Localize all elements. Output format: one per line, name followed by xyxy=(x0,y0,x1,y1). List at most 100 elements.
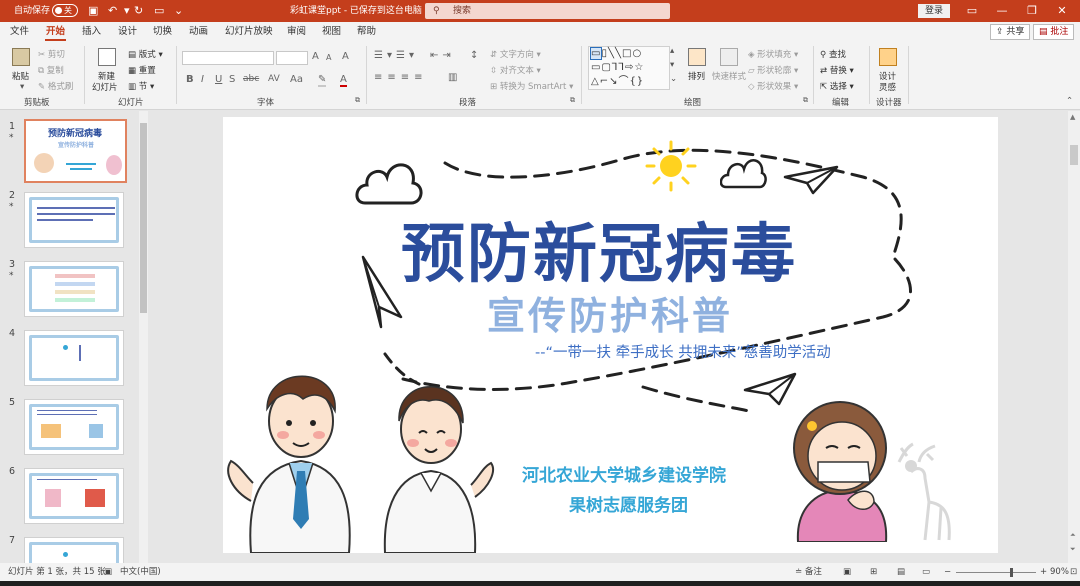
close-icon[interactable]: ✕ xyxy=(1052,0,1072,22)
language-label[interactable]: 中文(中国) xyxy=(120,563,161,582)
save-icon[interactable]: ▣ xyxy=(88,0,98,22)
fit-to-window-icon[interactable]: ⊡ xyxy=(1070,563,1077,582)
shape-outline-button[interactable]: ▱ 形状轮廓 ▾ xyxy=(748,64,798,76)
layout-button[interactable]: ▤ 版式 ▾ xyxy=(128,48,163,60)
font-name-field[interactable] xyxy=(182,51,274,65)
bold-button[interactable]: B xyxy=(186,74,194,85)
minimize-icon[interactable]: — xyxy=(992,0,1012,22)
zoom-slider-thumb[interactable] xyxy=(1010,568,1013,577)
zoom-level[interactable]: 90% xyxy=(1050,563,1069,582)
scrollbar-thumb[interactable] xyxy=(1070,145,1078,165)
quick-styles-button[interactable]: 快速样式 xyxy=(712,70,746,82)
slideshow-view-icon[interactable]: ▭ xyxy=(922,563,930,582)
line-spacing-icon[interactable]: ↕ xyxy=(470,50,478,61)
drawing-dialog-launcher-icon[interactable]: ⧉ xyxy=(803,96,808,105)
shapes-gallery[interactable]: ▭▯╲╲□○ ▭▢⅂⅂⇨☆ △⌐↘⌒{} xyxy=(588,46,670,90)
start-from-beginning-icon[interactable]: ▭ xyxy=(154,0,164,22)
ribbon-display-options-icon[interactable]: ▭ xyxy=(962,0,982,22)
vertical-scrollbar[interactable]: ▲ ⏶ ⏷ xyxy=(1068,111,1080,563)
slide-thumbnail-4[interactable] xyxy=(24,330,124,386)
notes-button[interactable]: ≐ 备注 xyxy=(795,563,822,582)
shape-icons-row2[interactable]: ▭▢⅂⅂⇨☆ xyxy=(591,62,644,73)
font-color-button[interactable]: A xyxy=(340,74,347,87)
shadow-button[interactable]: S xyxy=(229,74,235,85)
comments-button[interactable]: ▤ 批注 xyxy=(1033,24,1075,40)
slide-thumbnail-2[interactable] xyxy=(24,192,124,248)
slide-thumbnail-3[interactable] xyxy=(24,261,124,317)
slide-title[interactable]: 预防新冠病毒 xyxy=(401,203,797,295)
arrange-button[interactable]: 排列 xyxy=(688,70,705,82)
slide-sorter-icon[interactable]: ⊞ xyxy=(870,563,877,582)
slide-tagline[interactable]: --“一带一扶 牵手成长 共拥未来”慈善助学活动 xyxy=(535,341,831,362)
text-direction-button[interactable]: ⇵ 文字方向 ▾ xyxy=(490,48,541,60)
normal-view-icon[interactable]: ▣ xyxy=(843,563,851,582)
font-dialog-launcher-icon[interactable]: ⧉ xyxy=(355,96,360,105)
replace-button[interactable]: ⇄ 替换 ▾ xyxy=(820,64,854,76)
slide-subtitle[interactable]: 宣传防护科普 xyxy=(487,285,733,340)
convert-smartart-button[interactable]: ⊞ 转换为 SmartArt ▾ xyxy=(490,80,573,92)
format-painter-button[interactable]: ✎ 格式刷 xyxy=(38,80,73,92)
thumbnail-scrollbar[interactable] xyxy=(139,111,148,563)
tab-design[interactable]: 设计 xyxy=(118,22,137,42)
bullets-list-icon[interactable]: ☰▾☰▾ xyxy=(374,50,418,61)
tab-view[interactable]: 视图 xyxy=(322,22,341,42)
shrink-font-icon[interactable]: A xyxy=(326,53,331,62)
clear-formatting-icon[interactable]: A xyxy=(342,51,349,62)
textbox-shape-icon[interactable]: ▭ xyxy=(589,47,603,60)
paste-button[interactable]: 粘贴 xyxy=(12,70,29,82)
shapes-scroll-up-icon[interactable]: ▴ xyxy=(670,46,674,56)
undo-icon[interactable]: ↶ xyxy=(108,0,117,22)
shapes-scroll-down-icon[interactable]: ▾ xyxy=(670,60,674,70)
tab-insert[interactable]: 插入 xyxy=(82,22,101,42)
strikethrough-button[interactable]: abc xyxy=(243,74,259,84)
underline-button[interactable]: U xyxy=(215,74,222,85)
slide-thumbnail-1[interactable]: 预防新冠病毒 宣传防护科普 xyxy=(24,119,127,183)
scrollbar-thumb[interactable] xyxy=(140,123,147,313)
customize-qat-icon[interactable]: ⌄ xyxy=(174,0,183,22)
scroll-up-icon[interactable]: ▲ xyxy=(1070,113,1075,121)
align-text-button[interactable]: ⇳ 对齐文本 ▾ xyxy=(490,64,541,76)
restore-icon[interactable]: ❐ xyxy=(1022,0,1042,22)
tab-animations[interactable]: 动画 xyxy=(189,22,208,42)
zoom-slider[interactable] xyxy=(956,572,1036,573)
highlight-color-button[interactable]: ✎ xyxy=(318,74,327,87)
zoom-out-icon[interactable]: − xyxy=(944,563,951,582)
tab-file[interactable]: 文件 xyxy=(10,22,29,42)
collapse-ribbon-icon[interactable]: ⌃ xyxy=(1066,96,1073,106)
tab-slideshow[interactable]: 幻灯片放映 xyxy=(225,22,273,42)
login-button[interactable]: 登录 xyxy=(918,4,950,18)
paragraph-dialog-launcher-icon[interactable]: ⧉ xyxy=(570,96,575,105)
cut-button[interactable]: ✂ 剪切 xyxy=(38,48,65,60)
autosave-toggle[interactable]: 关 xyxy=(52,4,78,17)
next-slide-icon[interactable]: ⏷ xyxy=(1070,545,1076,554)
shapes-more-icon[interactable]: ⌄ xyxy=(670,74,677,84)
prev-slide-icon[interactable]: ⏶ xyxy=(1070,531,1076,540)
shape-fill-button[interactable]: ◈ 形状填充 ▾ xyxy=(748,48,798,60)
copy-button[interactable]: ⧉ 复制 xyxy=(38,64,64,76)
section-button[interactable]: ▥ 节 ▾ xyxy=(128,80,154,92)
shape-effects-button[interactable]: ◇ 形状效果 ▾ xyxy=(748,80,798,92)
slide-thumbnail-6[interactable] xyxy=(24,468,124,524)
shape-icons-row1[interactable]: ▯╲╲□○ xyxy=(601,48,642,59)
reset-button[interactable]: ▦ 重置 xyxy=(128,64,156,76)
share-button[interactable]: ⇪ 共享 xyxy=(990,24,1031,40)
align-icons[interactable]: ≡≡≡≡ xyxy=(374,72,428,83)
slide-org-team[interactable]: 果树志愿服务团 xyxy=(569,491,688,516)
italic-button[interactable]: I xyxy=(201,74,204,85)
reading-view-icon[interactable]: ▤ xyxy=(897,563,905,582)
indent-icons[interactable]: ⇤⇥ xyxy=(430,50,455,61)
tab-transitions[interactable]: 切换 xyxy=(153,22,172,42)
find-button[interactable]: ⚲ 查找 xyxy=(820,48,846,60)
slide-canvas[interactable]: 预防新冠病毒 宣传防护科普 --“一带一扶 牵手成长 共拥未来”慈善助学活动 河… xyxy=(223,117,998,553)
paste-dropdown-icon[interactable]: ▾ xyxy=(20,82,24,92)
slide-org-college[interactable]: 河北农业大学城乡建设学院 xyxy=(522,461,726,486)
font-size-field[interactable] xyxy=(276,51,308,65)
change-case-button[interactable]: Aa xyxy=(290,74,303,85)
character-spacing-button[interactable]: AV xyxy=(268,74,280,84)
spell-check-icon[interactable]: ▣ xyxy=(104,563,112,582)
grow-font-icon[interactable]: A xyxy=(312,51,319,62)
tab-home[interactable]: 开始 xyxy=(44,22,67,42)
slide-thumbnail-7[interactable] xyxy=(24,537,124,563)
select-button[interactable]: ⇱ 选择 ▾ xyxy=(820,80,854,92)
columns-icon[interactable]: ▥ xyxy=(448,72,457,83)
